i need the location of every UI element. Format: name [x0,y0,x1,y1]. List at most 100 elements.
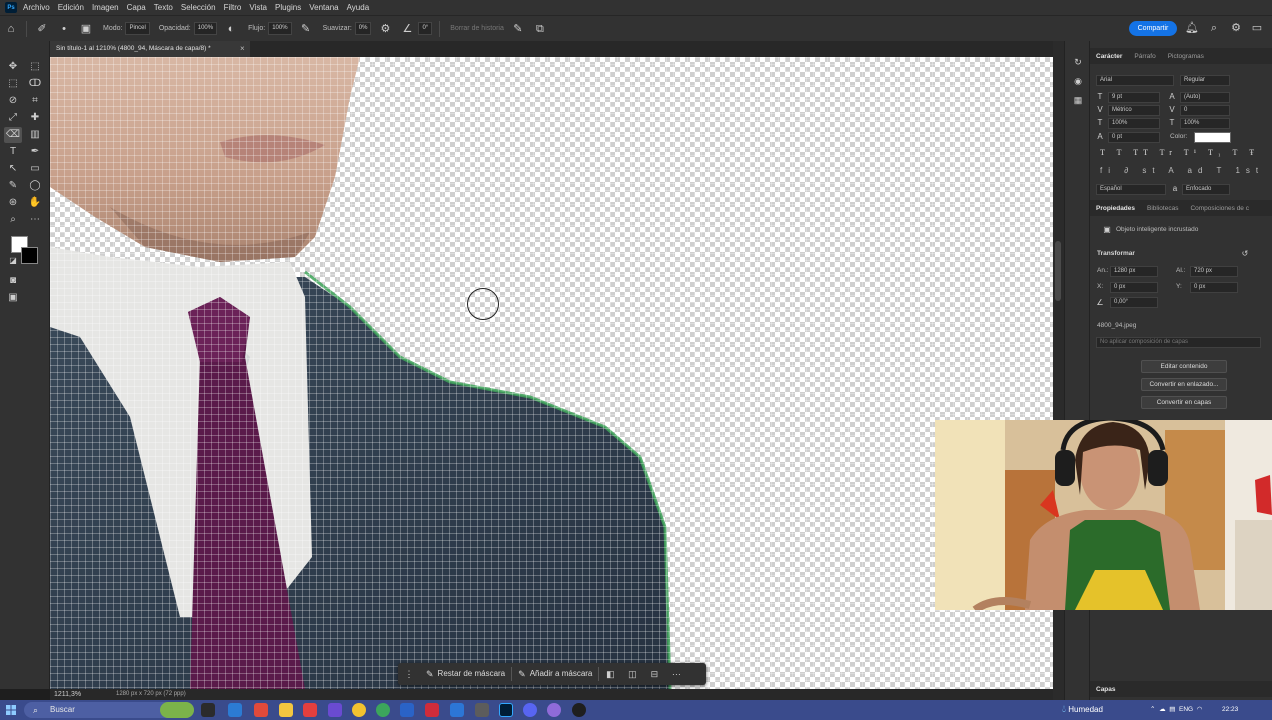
tab-properties[interactable]: Propiedades [1096,205,1135,212]
tab-layer-comps[interactable]: Composiciones de c [1190,205,1249,212]
brush-tool-icon[interactable]: ✎ [4,178,22,194]
drag-handle-icon[interactable]: ⋮ [398,669,420,680]
type-tool-icon[interactable]: T [4,144,22,160]
disable-mask-icon[interactable]: ⊟ [643,669,665,680]
artboard-tool-icon[interactable]: ⬚ [26,59,44,75]
chrome-icon[interactable] [352,703,366,717]
wifi-icon[interactable]: ◠ [1197,706,1203,713]
leading-field[interactable]: (Auto) [1180,92,1230,103]
app-icon[interactable] [475,703,489,717]
gear-icon[interactable]: ⚙ [378,22,392,36]
obs-icon[interactable] [572,703,586,717]
more-tools-icon[interactable]: ⋯ [26,212,44,228]
healing-brush-icon[interactable]: ✚ [26,110,44,126]
home-icon[interactable]: ⌂ [4,22,18,36]
bell-icon[interactable]: 🔔︎ [1185,20,1199,36]
language-indicator[interactable]: ENG [1179,706,1193,713]
menu-vista[interactable]: Vista [249,3,267,12]
angle-field[interactable]: 0° [418,22,433,35]
height-field[interactable]: 720 px [1190,266,1238,277]
background-color-swatch[interactable] [21,247,38,264]
menu-texto[interactable]: Texto [154,3,173,12]
close-icon[interactable]: × [240,41,245,57]
quick-mask-icon[interactable]: ◙ [4,273,22,289]
tab-glyphs[interactable]: Pictogramas [1168,53,1204,60]
search-highlight-icon[interactable] [160,702,194,718]
app-icon[interactable] [303,703,317,717]
reset-transform-icon[interactable]: ↺ [1240,249,1250,259]
document-info[interactable]: 1280 px x 720 px (72 ppp) [116,689,186,700]
menu-capa[interactable]: Capa [127,3,146,12]
kerning-field[interactable]: Métrico [1108,105,1160,116]
path-select-icon[interactable]: ↖ [4,161,22,177]
weather-widget[interactable]: 💧︎ Humedad [1062,700,1103,720]
pressure-opacity-icon[interactable]: ◐ [224,22,238,36]
swatches-icon[interactable]: ▦ [1071,93,1085,107]
app-icon[interactable] [254,703,268,717]
symmetry-icon[interactable]: ⧉ [533,22,547,36]
canvas[interactable] [50,57,1053,689]
mask-settings-icon[interactable]: ◫ [621,669,643,680]
layer-comp-select[interactable]: No aplicar composición de capas [1096,337,1261,348]
share-button[interactable]: Compartir [1129,21,1177,36]
font-family-select[interactable]: Arial [1096,75,1174,86]
angle-field[interactable]: 0,00° [1110,297,1158,308]
horizontal-scale-field[interactable]: 100% [1180,118,1230,129]
app-icon[interactable] [450,703,464,717]
vertical-scale-field[interactable]: 100% [1108,118,1160,129]
eraser-tool-icon[interactable]: ⌫ [4,127,22,143]
quick-select-icon[interactable]: ⊘ [4,93,22,109]
mode-select[interactable]: Pincel [125,22,150,35]
menu-ventana[interactable]: Ventana [309,3,338,12]
crop-tool-icon[interactable]: ⌗ [26,93,44,109]
history-icon[interactable]: ↻ [1071,55,1085,69]
network-icon[interactable]: ▤ [1169,706,1175,713]
app-icon[interactable] [523,703,537,717]
opacity-field[interactable]: 100% [193,22,218,35]
menu-filtro[interactable]: Filtro [224,3,242,12]
font-style-select[interactable]: Regular [1180,75,1230,86]
app-icon[interactable] [328,703,342,717]
menu-edicion[interactable]: Edición [58,3,84,12]
default-colors-icon[interactable]: ◪ [4,253,22,269]
add-to-mask-button[interactable]: ✎ Añadir a máscara [512,663,598,685]
text-color-swatch[interactable] [1194,132,1231,143]
zoom-readout[interactable]: 1211,3% [54,689,81,700]
app-icon[interactable] [400,703,414,717]
tab-paragraph[interactable]: Párrafo [1134,53,1155,60]
airbrush-icon[interactable]: ✎ [299,22,313,36]
tab-layers[interactable]: Capas [1096,686,1116,693]
tab-character[interactable]: Carácter [1096,53,1122,60]
subtract-from-mask-button[interactable]: ✎ Restar de máscara [420,663,511,685]
photoshop-taskbar-icon[interactable] [499,703,513,717]
app-icon[interactable] [547,703,561,717]
eraser-tool-icon[interactable]: ✐ [35,22,49,36]
stamp-tool-icon[interactable]: ⊛ [4,195,22,211]
app-icon[interactable] [376,703,390,717]
language-select[interactable]: Español [1096,184,1166,195]
task-view-icon[interactable] [201,703,215,717]
chevron-up-icon[interactable]: ⌃ [1150,706,1155,713]
menu-ayuda[interactable]: Ayuda [347,3,370,12]
workspace-icon[interactable]: ▭ [1250,20,1264,36]
text-style-buttons[interactable]: T T TT Tr T¹ T₁ T Ŧ [1100,148,1259,157]
flow-field[interactable]: 100% [268,22,292,35]
brush-settings-icon[interactable]: ▣ [79,22,93,36]
x-field[interactable]: 0 px [1110,282,1158,293]
file-explorer-icon[interactable] [279,703,293,717]
antialias-select[interactable]: Enfocado [1182,184,1230,195]
menu-plugins[interactable]: Plugins [275,3,301,12]
search-icon[interactable]: ⌕ [1207,20,1221,36]
screen-mode-icon[interactable]: ▣ [4,290,22,306]
scrollbar-thumb[interactable] [1055,241,1061,301]
app-icon[interactable] [425,703,439,717]
edge-browser-icon[interactable] [228,703,242,717]
width-field[interactable]: 1280 px [1110,266,1158,277]
menu-seleccion[interactable]: Selección [181,3,216,12]
smoothing-field[interactable]: 0% [354,22,372,35]
baseline-shift-field[interactable]: 0 pt [1108,132,1160,143]
tab-libraries[interactable]: Bibliotecas [1147,205,1178,212]
tracking-field[interactable]: 0 [1180,105,1230,116]
zoom-tool-icon[interactable]: ⌕ [4,212,22,228]
menu-archivo[interactable]: Archivo [23,3,50,12]
